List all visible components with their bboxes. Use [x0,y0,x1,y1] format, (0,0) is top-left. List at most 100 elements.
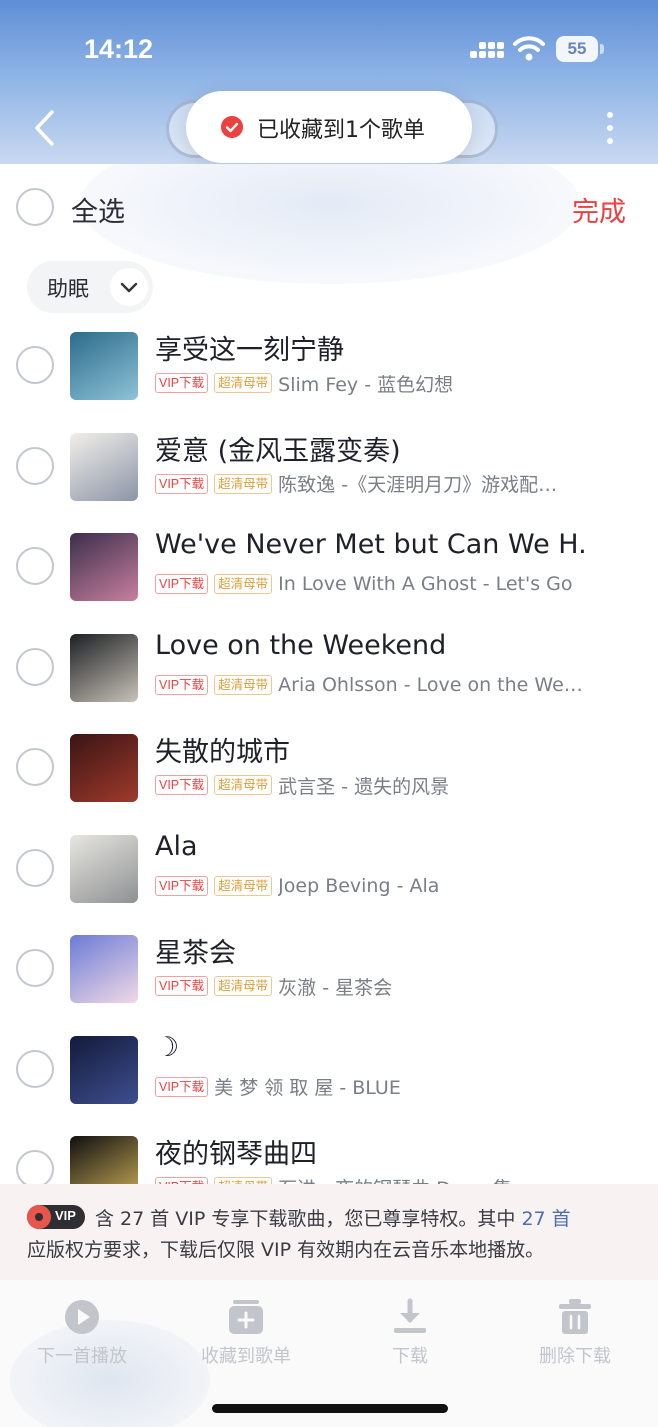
song-row[interactable]: ☽ VIP下载美 梦 领 取 屋 - BLUE [0,1020,658,1120]
download-label: 下载 [392,1346,428,1367]
song-checkbox[interactable] [16,647,54,686]
song-artist-album: In Love With A Ghost - Let's Go [278,573,573,595]
song-title: We've Never Met but Can We H... [155,529,585,560]
song-artist-album: Aria Ohlsson - Love on the We… [278,673,583,696]
play-next-button[interactable]: 下一首播放 [22,1294,142,1374]
vip-download-tag: VIP下载 [155,1177,209,1184]
song-checkbox[interactable] [16,848,54,887]
song-meta: VIP下载 超清母带 武言圣 - 遗失的风景 [155,773,449,797]
notice-line-1: 含 27 首 VIP 专享下载歌曲，您已尊享特权。其中 27 首 [95,1204,571,1231]
quality-tag: 超清母带 [214,473,273,494]
song-artist-album: 灰澈 - 星茶会 [278,976,393,999]
song-title: Love on the Weekend [155,629,447,661]
song-row[interactable]: 享受这一刻宁静 VIP下载 超清母带 Slim Fey - 蓝色幻想 [0,316,658,416]
vip-notice: VIP 含 27 首 VIP 专享下载歌曲，您已尊享特权。其中 27 首 应版权… [0,1184,658,1280]
quality-tag: 超清母带 [214,1177,273,1184]
song-meta: VIP下载 超清母带 Joep Beving - Ala [155,874,439,898]
back-chevron-icon[interactable] [26,106,66,150]
song-artist-album: 陈致逸 -《天涯明月刀》游戏配… [278,474,558,496]
trash-icon [559,1299,591,1334]
notice-link[interactable]: 27 首 [521,1208,570,1230]
done-button[interactable]: 完成 [572,190,626,229]
notice-text: 含 27 首 VIP 专享下载歌曲，您已尊享特权。其中 [95,1208,516,1230]
check-circle-icon [221,116,243,138]
quality-tag: 超清母带 [214,674,273,695]
play-next-icon [65,1300,99,1334]
song-row[interactable]: 星茶会 VIP下载 超清母带 灰澈 - 星茶会 [0,919,658,1019]
delete-download-button[interactable]: 删除下载 [515,1294,635,1374]
status-bar: 14:12 55 [0,0,658,96]
add-to-playlist-button[interactable]: 收藏到歌单 [186,1294,306,1374]
song-title: ☽ [155,1031,180,1063]
quality-tag: 超清母带 [214,976,273,996]
song-checkbox[interactable] [16,346,54,384]
filter-chip[interactable]: 助眠 [27,261,153,313]
song-meta: VIP下载 超清母带 陈致逸 -《天涯明月刀》游戏配… [155,472,557,496]
vip-download-tag: VIP下载 [155,373,209,393]
download-icon [394,1298,426,1333]
song-artist-album: 石进 - 夜的钢琴曲 Demo集 [278,1175,511,1185]
quality-tag: 超清母带 [214,775,273,795]
vip-download-tag: VIP下载 [155,574,209,594]
song-checkbox[interactable] [16,748,54,786]
vip-badge-label: VIP [55,1208,76,1223]
vip-download-tag: VIP下载 [155,473,209,494]
song-row[interactable]: We've Never Met but Can We H... VIP下载 超清母带… [0,517,658,617]
song-checkbox[interactable] [16,1049,54,1088]
song-title: 爱意 (金风玉露变奏) [155,435,401,467]
song-meta: VIP下载美 梦 领 取 屋 - BLUE [155,1075,401,1099]
home-indicator [212,1404,448,1413]
song-checkbox[interactable] [16,446,54,485]
more-options-icon[interactable] [598,106,622,150]
song-row[interactable]: 失散的城市 VIP下载 超清母带 武言圣 - 遗失的风景 [0,718,658,818]
play-next-label: 下一首播放 [37,1346,127,1367]
vip-badge: VIP [27,1205,85,1229]
song-title: 夜的钢琴曲四 [155,1139,317,1170]
quality-tag: 超清母带 [214,574,273,594]
song-row[interactable]: Ala VIP下载 超清母带 Joep Beving - Ala [0,819,658,919]
album-cover [70,834,138,903]
chevron-down-icon [110,268,148,306]
album-cover [70,734,138,802]
song-row[interactable]: 夜的钢琴曲四 VIP下载超清母带石进 - 夜的钢琴曲 Demo集 [0,1120,658,1184]
song-meta: VIP下载 超清母带 Aria Ohlsson - Love on the We… [155,673,583,697]
album-cover [70,432,138,501]
album-cover [70,633,138,702]
cellular-signal-icon [470,40,506,62]
song-checkbox[interactable] [16,1150,54,1184]
delete-download-label: 删除下载 [539,1346,611,1367]
notice-line-2: 应版权方要求，下载后仅限 VIP 有效期内在云音乐本地播放。 [27,1239,545,1261]
battery-level: 55 [556,36,598,62]
add-to-playlist-icon [229,1300,263,1334]
album-cover [70,533,138,601]
song-row[interactable]: Love on the Weekend VIP下载 超清母带 Aria Ohlsson… [0,618,658,718]
select-all-checkbox[interactable] [16,188,54,226]
song-checkbox[interactable] [16,949,54,987]
quality-tag: 超清母带 [214,373,273,393]
vip-download-tag: VIP下载 [155,674,209,695]
filter-label: 助眠 [47,277,89,301]
album-cover [70,1035,138,1104]
song-title: 享受这一刻宁静 [155,335,344,366]
song-selection-panel: 全选 完成 助眠 享受这一刻宁静 VIP下载 超清母带 Slim Fey - 蓝色幻想… [0,164,658,1184]
song-title: 失散的城市 [155,737,290,768]
song-artist-album: 武言圣 - 遗失的风景 [278,775,450,798]
song-checkbox[interactable] [16,547,54,585]
add-to-playlist-label: 收藏到歌单 [201,1346,291,1367]
song-meta: VIP下载 超清母带 灰澈 - 星茶会 [155,974,392,998]
song-title: 星茶会 [155,938,236,969]
album-cover [70,1136,138,1184]
wifi-icon [513,36,545,61]
song-artist-album: Slim Fey - 蓝色幻想 [278,373,454,396]
vip-download-tag: VIP下载 [155,775,209,795]
vinyl-icon [27,1205,51,1229]
vip-download-tag: VIP下载 [155,1076,209,1097]
album-cover [70,332,138,400]
song-row[interactable]: 爱意 (金风玉露变奏) VIP下载 超清母带 陈致逸 -《天涯明月刀》游戏配… [0,417,658,517]
song-meta: VIP下载 超清母带 Slim Fey - 蓝色幻想 [155,371,453,395]
toast: 已收藏到1个歌单 [186,91,472,163]
select-all-label[interactable]: 全选 [71,190,125,229]
download-button[interactable]: 下载 [350,1294,470,1374]
song-meta: VIP下载 超清母带 In Love With A Ghost - Let's Go [155,572,573,596]
vip-download-tag: VIP下载 [155,976,209,996]
